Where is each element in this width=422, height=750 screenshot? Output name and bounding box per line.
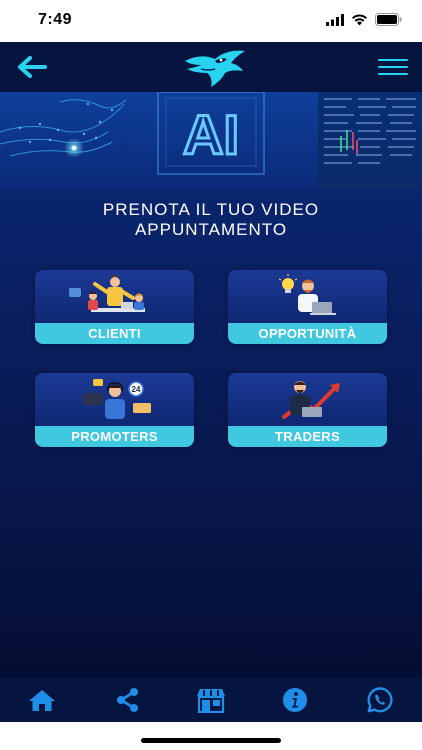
menu-line bbox=[378, 59, 408, 61]
headline: PRENOTA IL TUO VIDEO APPUNTAMENTO bbox=[0, 200, 422, 240]
hero-ai-text: AI bbox=[183, 103, 239, 166]
tab-store[interactable] bbox=[191, 682, 231, 718]
home-indicator-area bbox=[0, 722, 422, 750]
arrow-left-icon bbox=[18, 56, 47, 78]
opportunity-illustration bbox=[278, 274, 336, 315]
tile-label: PROMOTERS bbox=[35, 426, 194, 447]
tile-opportunita[interactable]: OPPORTUNITÀ bbox=[228, 270, 387, 344]
menu-line bbox=[378, 66, 408, 68]
battery-icon bbox=[375, 13, 402, 26]
share-icon bbox=[116, 687, 138, 712]
clients-illustration bbox=[69, 275, 145, 312]
main-content: AI PRENOTA IL TUO VIDEO APPUNTAMENTO CLI… bbox=[0, 92, 422, 677]
status-bar: 7:49 bbox=[0, 0, 422, 42]
tile-label: TRADERS bbox=[228, 426, 387, 447]
tab-whatsapp[interactable] bbox=[360, 682, 400, 718]
tile-label: OPPORTUNITÀ bbox=[228, 323, 387, 344]
status-time: 7:49 bbox=[38, 11, 73, 28]
promoters-24-badge: 24 bbox=[132, 385, 141, 394]
tab-info[interactable] bbox=[275, 682, 315, 718]
headline-line-1: PRENOTA IL TUO VIDEO bbox=[102, 200, 320, 219]
home-indicator[interactable] bbox=[141, 738, 281, 743]
wifi-icon bbox=[352, 13, 367, 25]
signal-icon bbox=[326, 13, 344, 26]
tab-home[interactable] bbox=[22, 682, 62, 718]
menu-button[interactable] bbox=[378, 54, 408, 80]
status-icons bbox=[326, 13, 402, 26]
store-icon bbox=[196, 688, 225, 713]
home-icon bbox=[29, 689, 56, 711]
hero-banner: AI bbox=[0, 92, 422, 190]
traders-illustration bbox=[282, 381, 340, 419]
tab-share[interactable] bbox=[107, 682, 147, 718]
tile-clienti[interactable]: CLIENTI bbox=[35, 270, 194, 344]
back-button[interactable] bbox=[14, 52, 50, 82]
eagle-logo bbox=[185, 50, 245, 87]
info-icon bbox=[283, 687, 308, 712]
headline-line-2: APPUNTAMENTO bbox=[134, 220, 288, 239]
promoters-illustration: 24 bbox=[83, 379, 151, 419]
tile-label: CLIENTI bbox=[35, 323, 194, 344]
tile-promoters[interactable]: 24 PROMOTERS bbox=[35, 373, 194, 447]
tile-traders[interactable]: TRADERS bbox=[228, 373, 387, 447]
menu-line bbox=[378, 73, 408, 75]
whatsapp-icon bbox=[367, 686, 393, 712]
bottom-tabbar bbox=[0, 677, 422, 722]
top-navbar bbox=[0, 42, 422, 92]
